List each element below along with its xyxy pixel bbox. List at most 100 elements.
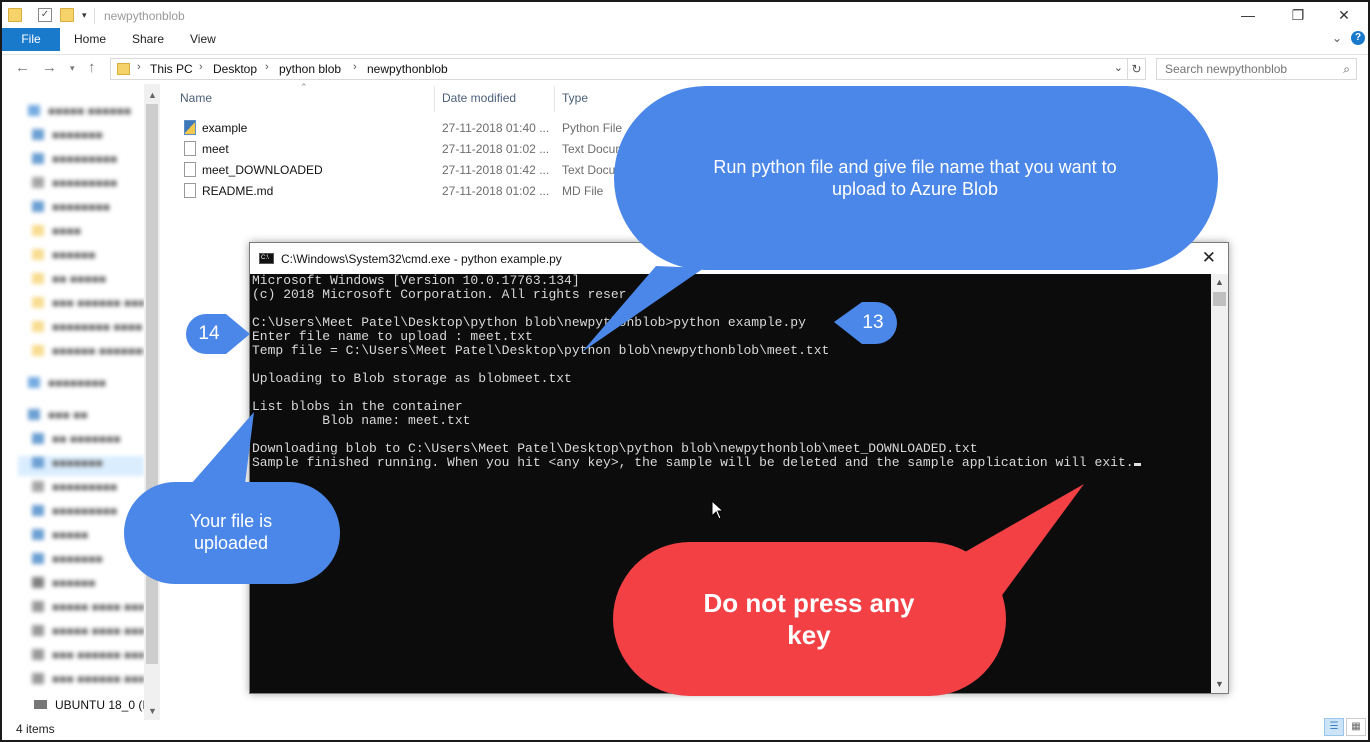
minimize-button[interactable]: —: [1228, 4, 1268, 26]
nav-item-blurred[interactable]: ■■■■■■ ■■■■■■■: [32, 344, 144, 364]
nav-item-blurred[interactable]: ■■■■: [32, 224, 144, 244]
address-bar[interactable]: › This PC › Desktop › python blob › newp…: [110, 58, 1128, 80]
nav-item-blurred[interactable]: ■■■■■ ■■■■■■: [28, 104, 140, 124]
nav-item-blurred[interactable]: ■■■ ■■■■■■ ■■■: [32, 648, 144, 668]
address-row: ← → ▾ ↑ › This PC › Desktop › python blo…: [2, 54, 1368, 82]
chevron-down-icon[interactable]: ⌄: [1114, 61, 1123, 74]
close-button[interactable]: ✕: [1324, 4, 1364, 26]
file-date: 27-11-2018 01:40 ...: [442, 121, 550, 135]
up-arrow-icon[interactable]: ↑: [88, 59, 96, 76]
window-title: newpythonblob: [104, 9, 185, 23]
nav-item-blurred[interactable]: ■■■■■■■: [32, 552, 144, 572]
folder-icon: [8, 8, 22, 22]
breadcrumb-python-blob[interactable]: python blob: [279, 62, 341, 76]
nav-item-ubuntu-drive[interactable]: UBUNTU 18_0 (I:: [34, 698, 149, 712]
file-row[interactable]: meet_DOWNLOADED 27-11-2018 01:42 ... Tex…: [178, 160, 648, 181]
details-view-icon[interactable]: ☰: [1324, 718, 1344, 736]
nav-item-selected[interactable]: ■■■■■■■: [18, 456, 144, 476]
tab-file[interactable]: File: [2, 28, 60, 51]
nav-item-blurred[interactable]: ■■■■■ ■■■■ ■■■: [32, 624, 144, 644]
cursor: [1133, 463, 1141, 466]
column-header-name[interactable]: Name: [180, 91, 212, 105]
scroll-up-icon[interactable]: ▲: [148, 90, 157, 100]
file-row[interactable]: example 27-11-2018 01:40 ... Python File: [178, 118, 648, 139]
cmd-scrollbar[interactable]: ▲ ▼: [1211, 274, 1228, 693]
quick-access-dropdown-icon[interactable]: ▾: [82, 10, 87, 21]
search-box[interactable]: ⌕: [1156, 58, 1357, 80]
forward-arrow-icon[interactable]: →: [42, 59, 57, 76]
help-icon[interactable]: ?: [1351, 31, 1365, 45]
cmd-line: Uploading to Blob storage as blobmeet.tx…: [252, 371, 572, 386]
breadcrumb-desktop[interactable]: Desktop: [213, 62, 257, 76]
cmd-scrollbar-thumb[interactable]: [1213, 292, 1226, 306]
nav-item-blurred[interactable]: ■■■■■■■■ ■■■■ ■: [32, 320, 144, 340]
tab-view[interactable]: View: [190, 32, 216, 46]
file-date: 27-11-2018 01:02 ...: [442, 142, 550, 156]
search-icon[interactable]: ⌕: [1343, 62, 1350, 77]
nav-item-blurred[interactable]: ■■■■■■■■■: [32, 152, 144, 172]
column-header-date[interactable]: Date modified: [442, 91, 516, 105]
breadcrumb-this-pc[interactable]: This PC: [150, 62, 193, 76]
nav-item-blurred[interactable]: ■■■■■ ■■■■ ■■■: [32, 600, 144, 620]
nav-item-blurred[interactable]: ■■■ ■■■■■■ ■■■: [32, 672, 144, 692]
scroll-up-icon[interactable]: ▲: [1215, 277, 1224, 287]
step-14-label: 14: [198, 323, 220, 344]
chevron-right-icon[interactable]: ›: [199, 61, 203, 73]
file-name: meet: [202, 142, 229, 156]
text-file-icon: [184, 162, 196, 177]
refresh-icon[interactable]: ↻: [1128, 58, 1146, 80]
file-row[interactable]: meet 27-11-2018 01:02 ... Text Docum: [178, 139, 648, 160]
nav-item-blurred[interactable]: ■■■■■■■■■: [32, 504, 144, 524]
folder-icon: [117, 63, 130, 75]
scroll-down-icon[interactable]: ▼: [1215, 679, 1224, 689]
cmd-title-bar[interactable]: C:\ C:\Windows\System32\cmd.exe - python…: [250, 243, 1228, 274]
nav-item-blurred[interactable]: ■■■■■■■■■: [32, 176, 144, 196]
navigation-pane: ■■■■■ ■■■■■■ ■■■■■■■ ■■■■■■■■■ ■■■■■■■■■…: [2, 84, 160, 720]
nav-item-blurred[interactable]: ■■■ ■■■■■■ ■■■: [32, 296, 144, 316]
tab-share[interactable]: Share: [132, 32, 164, 46]
large-icons-view-icon[interactable]: ▦: [1346, 718, 1366, 736]
new-folder-icon[interactable]: [60, 8, 74, 22]
cmd-line: Downloading blob to C:\Users\Meet Patel\…: [252, 441, 978, 456]
nav-item-blurred[interactable]: ■■■■■■■: [32, 128, 144, 148]
cmd-line: [252, 428, 1210, 442]
title-bar: ✓ ▾ newpythonblob — ❐ ✕: [2, 2, 1368, 30]
search-input[interactable]: [1157, 59, 1327, 79]
file-type: Text Docum: [562, 163, 626, 177]
nav-drive-label: UBUNTU 18_0 (I:: [55, 698, 150, 712]
close-icon[interactable]: ✕: [1202, 248, 1216, 268]
nav-item-blurred[interactable]: ■■■■■■: [32, 576, 144, 596]
cmd-line: [252, 386, 1210, 400]
nav-item-blurred[interactable]: ■■■ ■■: [28, 408, 140, 428]
column-header-type[interactable]: Type: [562, 91, 588, 105]
properties-icon[interactable]: ✓: [38, 8, 52, 22]
restore-button[interactable]: ❐: [1278, 4, 1318, 26]
nav-item-blurred[interactable]: ■■■■■■: [32, 248, 144, 268]
column-divider[interactable]: [554, 86, 555, 112]
nav-item-blurred[interactable]: ■■■■■■■■■: [32, 480, 144, 500]
step-13-label: 13: [862, 312, 884, 333]
file-date: 27-11-2018 01:42 ...: [442, 163, 550, 177]
expand-ribbon-icon[interactable]: ⌄: [1332, 31, 1342, 45]
nav-item-blurred[interactable]: ■■ ■■■■■: [32, 272, 144, 292]
chevron-right-icon[interactable]: ›: [265, 61, 269, 73]
nav-scrollbar-thumb[interactable]: [146, 104, 158, 664]
tab-home[interactable]: Home: [74, 32, 106, 46]
column-divider[interactable]: [434, 86, 435, 112]
recent-locations-icon[interactable]: ▾: [70, 63, 75, 74]
nav-item-blurred[interactable]: ■■ ■■■■■■■: [32, 432, 144, 452]
nav-item-blurred[interactable]: ■■■■■■■■: [32, 200, 144, 220]
back-arrow-icon[interactable]: ←: [15, 59, 30, 76]
chevron-right-icon[interactable]: ›: [353, 61, 357, 73]
breadcrumb-newpythonblob[interactable]: newpythonblob: [367, 62, 448, 76]
file-type: Python File: [562, 121, 623, 135]
nav-item-blurred[interactable]: ■■■■■■■■: [28, 376, 140, 396]
cmd-line: Blob name: meet.txt: [252, 413, 471, 428]
status-item-count: 4 items: [16, 722, 55, 736]
nav-item-blurred[interactable]: ■■■■■: [32, 528, 144, 548]
chevron-right-icon[interactable]: ›: [137, 61, 141, 73]
file-uploaded-callout: Your file is uploaded: [189, 511, 273, 553]
scroll-down-icon[interactable]: ▼: [148, 706, 157, 716]
ribbon-tabs: File Home Share View ⌄ ?: [2, 28, 1368, 52]
file-row[interactable]: README.md 27-11-2018 01:02 ... MD File: [178, 181, 648, 202]
